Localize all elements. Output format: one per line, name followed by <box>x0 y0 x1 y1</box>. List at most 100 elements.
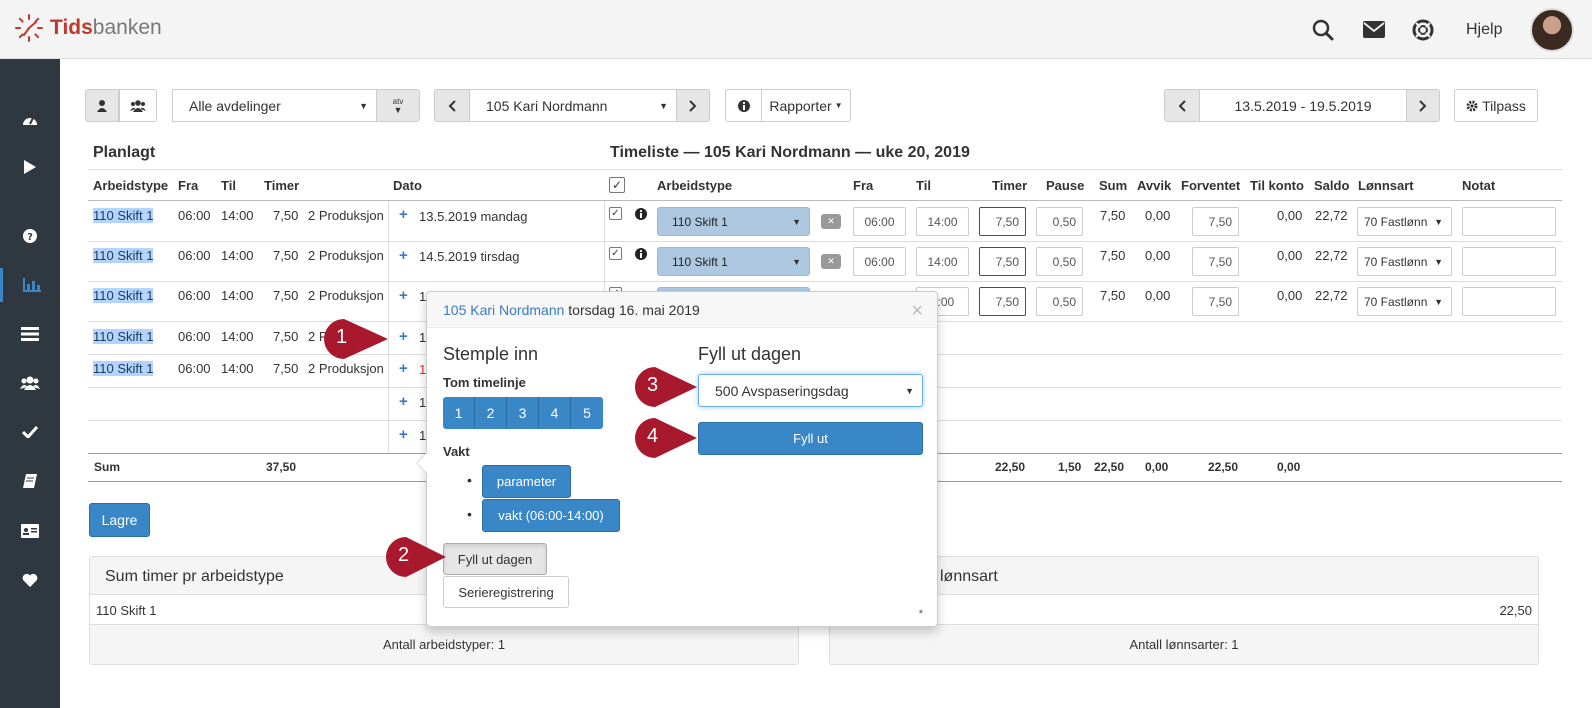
row-checkbox[interactable]: ✓ <box>609 247 622 260</box>
save-button[interactable]: Lagre <box>89 503 150 537</box>
hours-input[interactable]: 7,50 <box>979 207 1026 236</box>
help-link[interactable]: Hjelp <box>1466 21 1502 39</box>
work-type-select[interactable]: 110 Skift 1 ▼ <box>657 247 810 276</box>
sidebar-reports[interactable] <box>0 268 60 302</box>
department-select[interactable]: Alle avdelinger ▼ <box>172 89 377 122</box>
pause-input[interactable]: 0,50 <box>1036 247 1083 276</box>
info-button[interactable] <box>725 89 762 122</box>
to-input[interactable]: 14:00 <box>916 207 969 236</box>
fill-day-select[interactable]: 500 Avspaseringsdag ▼ <box>698 374 923 407</box>
line-count-button[interactable]: 3 <box>507 397 539 429</box>
previous-week-button[interactable] <box>1164 89 1200 122</box>
asterisk-note: * <box>918 608 923 620</box>
wage-type-select[interactable]: 70 Fastlønn ▼ <box>1357 247 1452 276</box>
select-all-checkbox[interactable]: ✓ <box>609 177 625 193</box>
wage-type-select[interactable]: 70 Fastlønn ▼ <box>1357 207 1452 236</box>
info-icon[interactable] <box>635 208 647 220</box>
line-count-button[interactable]: 5 <box>571 397 603 429</box>
planned-title: Planlagt <box>93 144 156 161</box>
add-line-button[interactable]: + <box>399 426 408 443</box>
timesheet-title: Timeliste — 105 Kari Nordmann — uke 20, … <box>610 144 970 161</box>
delete-row-button[interactable]: ✕ <box>821 254 841 269</box>
pause-input[interactable]: 0,50 <box>1036 207 1083 236</box>
ts-header-sum: Sum <box>1099 178 1128 193</box>
add-line-button[interactable]: + <box>399 328 408 345</box>
user-avatar[interactable] <box>1530 8 1574 52</box>
line-count-button[interactable]: 2 <box>475 397 507 429</box>
panel-value: 22,50 <box>1499 603 1532 618</box>
ts-header-note: Notat <box>1462 178 1496 193</box>
previous-employee-button[interactable] <box>434 89 470 122</box>
sidebar-favorites[interactable] <box>0 563 60 597</box>
sidebar-play[interactable] <box>0 150 60 184</box>
caret-down-icon: ▼ <box>792 216 801 227</box>
callout-marker-1: 1 <box>322 317 388 361</box>
expected-input[interactable]: 7,50 <box>1192 247 1239 276</box>
next-employee-button[interactable] <box>676 89 710 122</box>
fill-day-toggle-button[interactable]: Fyll ut dagen <box>443 543 547 575</box>
hours-input[interactable]: 7,50 <box>979 287 1026 316</box>
caret-down-icon: ▼ <box>905 385 914 396</box>
caret-down-icon: ▼ <box>1434 256 1443 267</box>
employee-select[interactable]: 105 Kari Nordmann ▼ <box>469 89 677 122</box>
add-line-button[interactable]: + <box>399 287 408 304</box>
planned-header-hours: Timer <box>264 178 300 193</box>
to-input[interactable]: 14:00 <box>916 247 969 276</box>
sidebar-approve[interactable] <box>0 415 60 449</box>
panel-footer: Antall arbeidstyper: 1 <box>90 624 798 664</box>
from-input[interactable]: 06:00 <box>853 247 906 276</box>
from-input[interactable]: 06:00 <box>853 207 906 236</box>
sidebar-id-card[interactable] <box>0 514 60 548</box>
users-icon <box>130 99 146 112</box>
line-count-button[interactable]: 1 <box>443 397 475 429</box>
caret-down-icon: ▼ <box>792 256 801 267</box>
sidebar-dashboard[interactable] <box>0 102 60 136</box>
sidebar-users[interactable] <box>0 366 60 400</box>
help-lifebuoy-icon[interactable] <box>1412 19 1434 41</box>
date-range-field[interactable]: 13.5.2019 - 19.5.2019 <box>1199 89 1407 122</box>
customize-button[interactable]: Tilpass <box>1454 89 1538 122</box>
note-input[interactable] <box>1462 207 1556 236</box>
sidebar-list[interactable] <box>0 317 60 351</box>
reports-dropdown-button[interactable]: Rapporter ▼ <box>761 89 851 122</box>
ts-header-type: Arbeidstype <box>657 178 733 193</box>
delete-row-button[interactable]: ✕ <box>821 214 841 229</box>
parameter-button[interactable]: parameter <box>482 465 571 498</box>
search-icon[interactable] <box>1312 19 1334 41</box>
next-week-button[interactable] <box>1406 89 1440 122</box>
fill-out-button[interactable]: Fyll ut <box>698 422 923 455</box>
sidebar-book[interactable] <box>0 464 60 498</box>
expected-input[interactable]: 7,50 <box>1192 287 1239 316</box>
sidebar-help[interactable]: ? <box>0 219 60 253</box>
marker-pointer-icon <box>386 537 446 577</box>
note-input[interactable] <box>1462 247 1556 276</box>
dashboard-icon <box>23 117 37 125</box>
logo-clock-icon <box>15 14 43 42</box>
callout-marker-4: 4 <box>633 416 697 460</box>
mail-icon[interactable] <box>1363 21 1385 38</box>
group-view-button[interactable] <box>119 89 157 122</box>
single-user-view-button[interactable] <box>85 89 119 122</box>
logo[interactable]: Tidsbanken <box>14 13 162 43</box>
shift-label: Vakt <box>443 444 470 459</box>
atv-dropdown-button[interactable]: atv ▼ <box>376 89 420 122</box>
add-line-button[interactable]: + <box>399 360 408 377</box>
add-line-button[interactable]: + <box>399 247 408 264</box>
line-count-button[interactable]: 4 <box>539 397 571 429</box>
employee-link[interactable]: 105 Kari Nordmann <box>443 302 564 318</box>
work-type-select[interactable]: 110 Skift 1 ▼ <box>657 207 810 236</box>
note-input[interactable] <box>1462 287 1556 316</box>
close-icon[interactable]: × <box>911 300 923 323</box>
pause-input[interactable]: 0,50 <box>1036 287 1083 316</box>
add-line-button[interactable]: + <box>399 393 408 410</box>
shift-button[interactable]: vakt (06:00-14:00) <box>482 499 620 532</box>
series-registration-button[interactable]: Serieregistrering <box>443 576 569 608</box>
wage-type-select[interactable]: 70 Fastlønn ▼ <box>1357 287 1452 316</box>
row-checkbox[interactable]: ✓ <box>609 207 622 220</box>
book-icon <box>23 474 37 488</box>
hours-input[interactable]: 7,50 <box>979 247 1026 276</box>
info-icon[interactable] <box>635 248 647 260</box>
planned-header-from: Fra <box>178 178 199 193</box>
add-line-button[interactable]: + <box>399 206 408 223</box>
expected-input[interactable]: 7,50 <box>1192 207 1239 236</box>
